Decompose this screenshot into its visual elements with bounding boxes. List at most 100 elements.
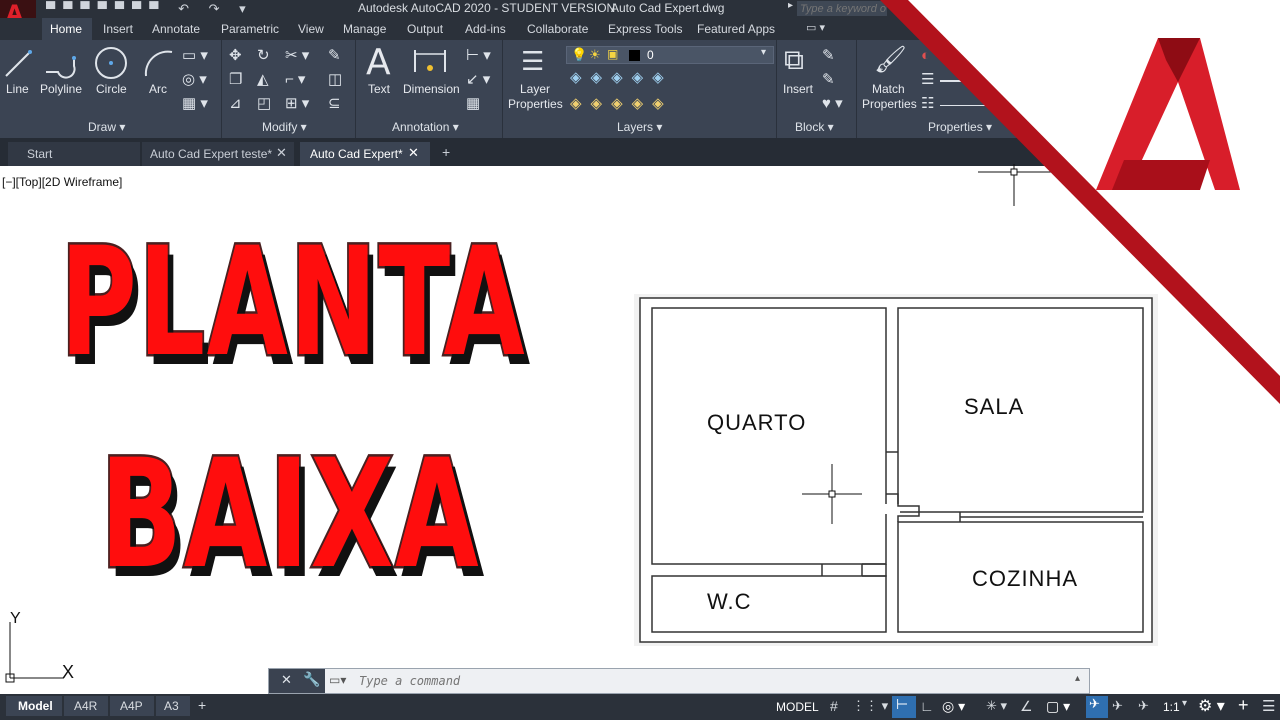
rectangle-icon[interactable]: ▭ ▾ [182,48,208,64]
command-history-icon[interactable]: ▴ [1075,673,1080,684]
search-chevron-icon[interactable]: ▸ [788,0,793,11]
tab-express-tools[interactable]: Express Tools [608,22,682,36]
polar-icon[interactable]: ◎ ▾ [942,698,965,715]
gear-icon[interactable]: ⚙ ▾ [1198,696,1225,716]
command-grip[interactable]: ✕ 🔧 [269,669,325,693]
tab-add-ins[interactable]: Add-ins [465,22,506,36]
line-button[interactable]: Line [6,82,29,96]
annotation-scale-icon[interactable]: ✈ [1138,698,1149,714]
tab-start[interactable]: Start [8,142,140,166]
draw-panel-title[interactable]: Draw ▾ [88,120,125,134]
leader-icon[interactable]: ↙ ▾ [466,72,490,88]
hatch-icon[interactable]: ◎ ▾ [182,72,207,88]
ribbon-toggle-icon[interactable]: ▭ ▾ [806,21,825,34]
model-space-button[interactable]: MODEL [776,700,819,714]
table-icon[interactable]: ▦ [466,96,480,112]
tab-document-1[interactable]: Auto Cad Expert teste* ✕ [142,142,294,166]
new-tab-icon[interactable]: + [442,144,450,160]
autoscale-icon[interactable]: ✈ [1112,698,1123,714]
pick-cursor-icon [802,464,862,524]
circle-button[interactable]: Circle [96,82,127,96]
copy-icon[interactable]: ❐ [229,72,242,88]
array-icon[interactable]: ⊞ ▾ [285,96,309,112]
scale-dropdown-icon[interactable]: ▾ [1182,698,1187,709]
layer-properties-label-2[interactable]: Properties [508,97,563,111]
layer-dropdown[interactable]: 💡 ☀ ▣ 0 ▾ [566,46,774,64]
layer-tools-row1[interactable]: ◈◈◈◈◈ [570,70,673,86]
tab-start-label: Start [27,147,53,161]
tab-parametric[interactable]: Parametric [221,22,279,36]
layout-tab-a4r[interactable]: A4R [64,696,108,716]
panel-divider [776,40,777,138]
offset-icon[interactable]: ⊆ [328,96,341,112]
circle-icon [95,47,127,79]
tab-annotate[interactable]: Annotate [152,22,200,36]
move-icon[interactable]: ✥ [229,48,242,64]
tab-featured-apps[interactable]: Featured Apps [697,22,775,36]
polyline-button[interactable]: Polyline [40,82,82,96]
object-snap-tracking-icon[interactable]: ▢ ▾ [1046,698,1070,715]
customize-icon[interactable]: ☰ [1262,697,1275,715]
layout-tab-a4p[interactable]: A4P [110,696,154,716]
create-block-icon[interactable]: ✎ [822,48,835,64]
room-label-quarto: QUARTO [707,410,807,435]
annotation-visibility-icon[interactable]: ✈ [1086,696,1108,718]
edit-block-icon[interactable]: ✎ [822,72,835,88]
viewport-controls[interactable]: [−][Top][2D Wireframe] [2,175,122,189]
snap-icon[interactable]: ⋮⋮ ▾ [852,698,888,714]
quick-access-toolbar[interactable]: ▀▀▀▀▀▀▀ ↶ ↷ ▾ [46,1,254,17]
sun-icon: ☀ [589,47,601,62]
trim-icon[interactable]: ✂ ▾ [285,48,309,64]
close-icon[interactable]: ✕ [276,145,287,161]
layer-tools-row2[interactable]: ◈◈◈◈◈ [570,96,673,112]
arc-button[interactable]: Arc [149,82,167,96]
tab-manage[interactable]: Manage [343,22,386,36]
mirror-icon[interactable]: ◭ [257,72,269,88]
tab-home-label[interactable]: Home [50,22,82,36]
isodraft-icon[interactable]: ✳ ▾ [986,698,1007,714]
room-label-wc: W.C [707,589,752,614]
tab-collaborate[interactable]: Collaborate [527,22,588,36]
stretch-icon[interactable]: ⊿ [229,96,242,112]
annotation-panel-title[interactable]: Annotation ▾ [392,120,459,134]
block-panel-title[interactable]: Block ▾ [795,120,834,134]
block-attrib-icon[interactable]: ♥ ▾ [822,96,843,112]
rotate-icon[interactable]: ↻ [257,48,270,64]
panel-divider [355,40,356,138]
tab-insert[interactable]: Insert [103,22,133,36]
grid-icon[interactable]: # [830,698,838,714]
add-icon[interactable]: + [1238,695,1249,716]
text-button[interactable]: Text [368,82,390,96]
dimension-button[interactable]: Dimension [403,82,460,96]
layer-properties-label-1[interactable]: Layer [520,82,550,96]
search-input[interactable] [797,1,887,16]
scale-icon[interactable]: ◰ [257,96,271,112]
command-input[interactable] [359,671,1049,691]
erase-icon[interactable]: ✎ [328,48,341,64]
dimension-icon [414,50,446,72]
insert-button[interactable]: Insert [783,82,813,96]
infer-constraints-icon[interactable]: ⊢ [892,696,916,718]
fillet-icon[interactable]: ⌐ ▾ [285,72,305,88]
explode-icon[interactable]: ◫ [328,72,342,88]
close-icon[interactable]: ✕ [408,145,419,161]
wrench-icon[interactable]: 🔧 [303,671,320,688]
ortho-icon[interactable]: ∟ [920,698,934,714]
tab-view[interactable]: View [298,22,324,36]
tab-document-2[interactable]: Auto Cad Expert* ✕ [300,142,430,166]
gradient-icon[interactable]: ▦ ▾ [182,96,208,112]
close-icon[interactable]: ✕ [281,672,292,688]
layer-properties-icon: ☰ [521,46,545,76]
tab-output[interactable]: Output [407,22,443,36]
layout-tab-model[interactable]: Model [6,696,62,716]
modify-panel-title[interactable]: Modify ▾ [262,120,307,134]
layers-panel-title[interactable]: Layers ▾ [617,120,662,134]
new-layout-icon[interactable]: + [198,697,206,713]
linear-dim-icon[interactable]: ⊢ ▾ [466,48,491,64]
command-prompt-icon[interactable]: ▭▾ [329,673,346,687]
annotation-scale[interactable]: 1:1 [1163,700,1180,714]
tab-document-1-label: Auto Cad Expert teste* [150,147,273,161]
layout-tab-a3[interactable]: A3 [156,696,190,716]
object-snap-icon[interactable]: ∠ [1020,698,1033,715]
panel-divider [856,40,857,138]
